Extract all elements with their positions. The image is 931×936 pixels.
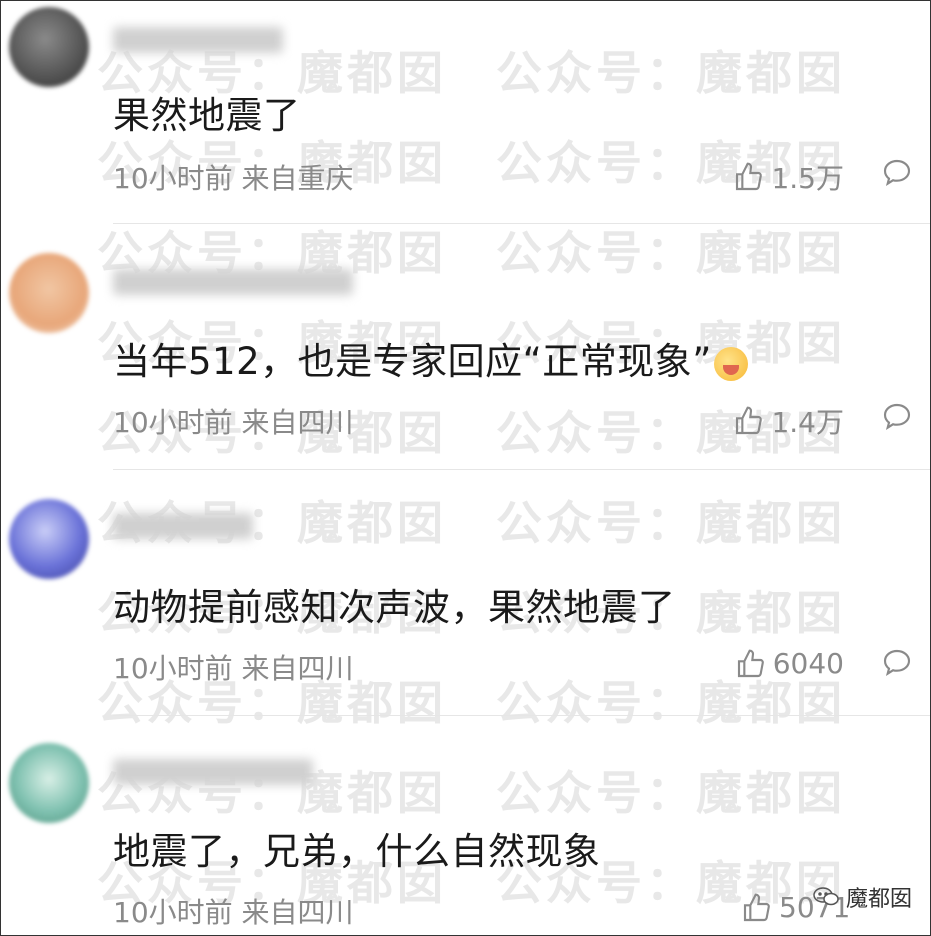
- comment-divider: [113, 715, 930, 716]
- like-button[interactable]: 1.4万: [733, 401, 844, 441]
- comment-location: 来自四川: [241, 896, 354, 929]
- thumbs-up-icon: [737, 649, 764, 677]
- corner-logo-label: 魔都囡: [845, 887, 912, 912]
- comment-meta: 10小时前 来自四川: [113, 401, 354, 441]
- username-blurred[interactable]: [113, 513, 253, 539]
- comment-time: 10小时前: [113, 162, 233, 195]
- comment-text: 动物提前感知次声波，果然地震了: [113, 586, 676, 629]
- like-count: 1.4万: [771, 406, 844, 439]
- username-blurred[interactable]: [113, 759, 313, 785]
- avatar[interactable]: [9, 743, 89, 823]
- comment-location: 来自重庆: [241, 162, 354, 195]
- like-button[interactable]: 1.5万: [733, 157, 844, 197]
- comment-text: 果然地震了: [113, 94, 301, 137]
- comment-time: 10小时前: [113, 406, 233, 439]
- comment-divider: [113, 469, 930, 470]
- comments-screenshot: 公众号：魔都囡 公众号：魔都囡 公众号：魔都囡 公众号：魔都囡 公众号：魔都囡 …: [0, 0, 931, 936]
- comment-time: 10小时前: [113, 652, 233, 685]
- comment-bubble-icon[interactable]: [880, 401, 914, 433]
- comment-text: 当年512，也是专家回应“正常现象”: [113, 331, 748, 385]
- wechat-icon: [813, 887, 839, 906]
- comment-location: 来自四川: [241, 406, 354, 439]
- blushing-smile-emoji-icon: [713, 346, 748, 381]
- comment-bubble-icon[interactable]: [880, 647, 914, 679]
- comment-meta: 10小时前 来自四川: [113, 647, 354, 687]
- watermark-text: 公众号：魔都囡: [496, 766, 846, 820]
- comment-meta: 10小时前 来自四川: [113, 891, 354, 931]
- like-count: 6040: [772, 647, 844, 680]
- comment-meta: 10小时前 来自重庆: [113, 157, 354, 197]
- comment-bubble-icon[interactable]: [880, 157, 914, 189]
- username-blurred[interactable]: [113, 269, 353, 295]
- watermark-text: 公众号：魔都囡: [496, 226, 846, 280]
- username-blurred[interactable]: [113, 27, 283, 53]
- watermark-text: 公众号：魔都囡: [496, 496, 846, 550]
- comment-time: 10小时前: [113, 896, 233, 929]
- watermark-text: 公众号：魔都囡: [496, 46, 846, 100]
- like-count: 1.5万: [771, 162, 844, 195]
- avatar[interactable]: [9, 253, 89, 333]
- like-button[interactable]: 6040: [735, 647, 844, 680]
- comment-divider: [113, 223, 930, 224]
- thumbs-up-icon: [743, 893, 770, 921]
- comment-location: 来自四川: [241, 652, 354, 685]
- thumbs-up-icon: [736, 162, 763, 191]
- comment-text: 地震了，兄弟，什么自然现象: [113, 830, 601, 873]
- thumbs-up-icon: [736, 406, 763, 435]
- avatar[interactable]: [9, 7, 89, 87]
- corner-logo: 魔都囡: [812, 881, 912, 913]
- avatar[interactable]: [9, 499, 89, 579]
